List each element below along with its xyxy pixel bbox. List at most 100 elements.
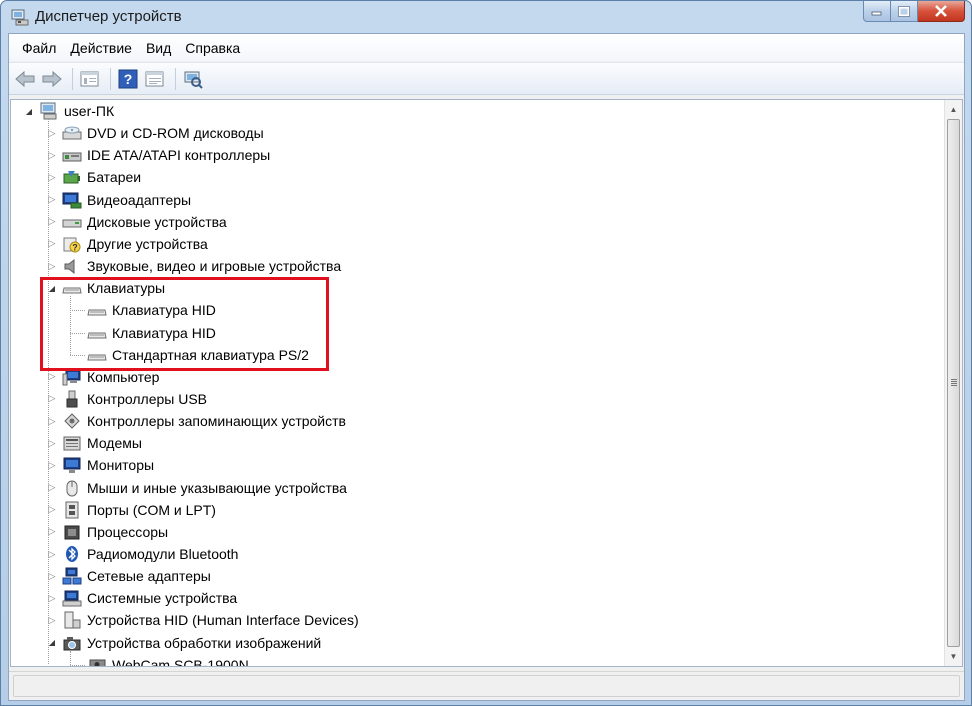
scroll-up-arrow[interactable]: ▲ bbox=[945, 101, 962, 118]
tree-node-label: Звуковые, видео и игровые устройства bbox=[87, 258, 342, 275]
camera-icon bbox=[62, 634, 82, 652]
tree-category-node[interactable]: Устройства обработки изображений bbox=[62, 632, 321, 654]
tree-node-label: Контроллеры запоминающих устройств bbox=[87, 413, 346, 430]
scan-hardware-button[interactable] bbox=[181, 67, 205, 91]
details-button[interactable] bbox=[143, 67, 167, 91]
menu-action[interactable]: Действие bbox=[63, 40, 139, 56]
menu-bar: Файл Действие Вид Справка bbox=[9, 34, 964, 61]
status-bar bbox=[9, 671, 964, 700]
tree-category-node[interactable]: ? Другие устройства bbox=[62, 233, 208, 255]
maximize-button[interactable] bbox=[891, 1, 918, 22]
close-button[interactable] bbox=[918, 1, 965, 22]
svg-text:?: ? bbox=[72, 242, 78, 252]
tree-connector bbox=[70, 310, 85, 312]
tree-connector bbox=[48, 119, 49, 664]
properties-button[interactable] bbox=[78, 67, 102, 91]
usb-icon bbox=[62, 390, 82, 408]
tree-connector bbox=[70, 650, 71, 665]
tree-category-node[interactable]: Контроллеры запоминающих устройств bbox=[62, 410, 346, 432]
forward-button[interactable] bbox=[40, 67, 64, 91]
tree-node-label: Мыши и иные указывающие устройства bbox=[87, 479, 347, 496]
scroll-down-arrow[interactable]: ▼ bbox=[945, 648, 962, 665]
tree-node-label: Мониторы bbox=[87, 457, 155, 474]
collapse-arrow-icon[interactable]: ◢ bbox=[24, 106, 34, 116]
device-tree-pane: ◢ user-ПК ▷ DVD и CD-ROM дисководы ▷ IDE ATA/… bbox=[10, 99, 963, 667]
tree-category-node[interactable]: Контроллеры USB bbox=[62, 388, 207, 410]
tree-category-node[interactable]: Порты (COM и LPT) bbox=[62, 499, 216, 521]
tree-category-node[interactable]: DVD и CD-ROM дисководы bbox=[62, 122, 264, 144]
minimize-icon bbox=[871, 11, 882, 16]
dvd-drive-icon bbox=[62, 124, 82, 142]
device-tree[interactable]: ◢ user-ПК ▷ DVD и CD-ROM дисководы ▷ IDE ATA/… bbox=[11, 100, 944, 666]
keyboard-icon bbox=[87, 301, 107, 319]
scan-hardware-icon bbox=[184, 71, 203, 89]
tree-connector bbox=[70, 664, 85, 666]
tree-category-node[interactable]: Системные устройства bbox=[62, 587, 237, 609]
tree-category-node[interactable]: Дисковые устройства bbox=[62, 211, 227, 233]
tree-device-node[interactable]: Стандартная клавиатура PS/2 bbox=[87, 344, 309, 366]
tree-category-node[interactable]: Мониторы bbox=[62, 454, 154, 476]
tree-category-node[interactable]: Процессоры bbox=[62, 521, 168, 543]
tree-node-label: IDE ATA/ATAPI контроллеры bbox=[87, 147, 271, 164]
tree-node-label: Сетевые адаптеры bbox=[87, 568, 211, 585]
cpu-icon bbox=[62, 523, 82, 541]
toolbar-separator bbox=[72, 67, 73, 90]
tree-category-node[interactable]: Устройства HID (Human Interface Devices) bbox=[62, 609, 359, 631]
tree-category-node[interactable]: Компьютер bbox=[62, 366, 159, 388]
device-manager-icon bbox=[11, 8, 29, 26]
status-panel bbox=[13, 675, 960, 697]
forward-arrow-icon bbox=[42, 70, 62, 87]
vertical-scrollbar[interactable]: ▲ ▼ bbox=[944, 100, 962, 666]
title-bar[interactable]: Диспетчер устройств bbox=[1, 1, 971, 33]
tree-category-node[interactable]: Клавиатуры bbox=[62, 277, 165, 299]
monitor-icon bbox=[62, 456, 82, 474]
help-button[interactable]: ? bbox=[116, 67, 140, 91]
scroll-thumb[interactable] bbox=[947, 119, 960, 647]
ide-controller-icon bbox=[62, 146, 82, 164]
tree-category-node[interactable]: Видеоадаптеры bbox=[62, 189, 191, 211]
tree-root-node[interactable]: user-ПК bbox=[39, 100, 114, 122]
tree-node-label: Модемы bbox=[87, 435, 142, 452]
help-icon: ? bbox=[118, 69, 138, 88]
menu-help[interactable]: Справка bbox=[178, 40, 247, 56]
tree-category-node[interactable]: Радиомодули Bluetooth bbox=[62, 543, 238, 565]
tree-category-node[interactable]: Сетевые адаптеры bbox=[62, 565, 211, 587]
port-icon bbox=[62, 501, 82, 519]
tree-node-label: Клавиатура HID bbox=[112, 302, 216, 319]
window-title: Диспетчер устройств bbox=[35, 8, 182, 25]
tree-node-label: Компьютер bbox=[87, 368, 160, 385]
minimize-button[interactable] bbox=[863, 1, 891, 22]
tree-category-node[interactable]: Модемы bbox=[62, 432, 142, 454]
tree-node-label: Контроллеры USB bbox=[87, 390, 207, 407]
toolbar-separator bbox=[175, 67, 176, 90]
computer-icon bbox=[62, 368, 82, 386]
unknown-device-icon: ? bbox=[62, 235, 82, 253]
tree-node-label: Дисковые устройства bbox=[87, 213, 227, 230]
tree-category-node[interactable]: Звуковые, видео и игровые устройства bbox=[62, 255, 341, 277]
svg-text:?: ? bbox=[124, 71, 133, 87]
tree-category-node[interactable]: Батареи bbox=[62, 166, 141, 188]
hid-icon bbox=[62, 611, 82, 629]
tree-category-node[interactable]: Мыши и иные указывающие устройства bbox=[62, 477, 347, 499]
tree-node-label: Видеоадаптеры bbox=[87, 191, 192, 208]
window-client-area: Файл Действие Вид Справка ? ◢ user-ПК ▷ … bbox=[8, 33, 965, 701]
details-icon bbox=[145, 71, 164, 86]
tree-device-node[interactable]: WebCam SCB-1900N bbox=[87, 654, 249, 666]
modem-icon bbox=[62, 434, 82, 452]
battery-icon bbox=[62, 168, 82, 186]
tree-device-node[interactable]: Клавиатура HID bbox=[87, 322, 216, 344]
disk-drive-icon bbox=[62, 213, 82, 231]
menu-view[interactable]: Вид bbox=[139, 40, 178, 56]
tree-node-label: Устройства HID (Human Interface Devices) bbox=[87, 612, 359, 629]
tree-node-label: Клавиатура HID bbox=[112, 324, 216, 341]
tree-connector bbox=[70, 332, 85, 334]
tree-node-label: Устройства обработки изображений bbox=[87, 634, 322, 651]
keyboard-icon bbox=[62, 279, 82, 297]
tree-device-node[interactable]: Клавиатура HID bbox=[87, 299, 216, 321]
tree-node-label: Радиомодули Bluetooth bbox=[87, 546, 239, 562]
properties-icon bbox=[80, 71, 99, 86]
menu-file[interactable]: Файл bbox=[15, 40, 63, 56]
tree-category-node[interactable]: IDE ATA/ATAPI контроллеры bbox=[62, 144, 270, 166]
tree-node-label: Процессоры bbox=[87, 523, 169, 540]
back-button[interactable] bbox=[13, 67, 37, 91]
